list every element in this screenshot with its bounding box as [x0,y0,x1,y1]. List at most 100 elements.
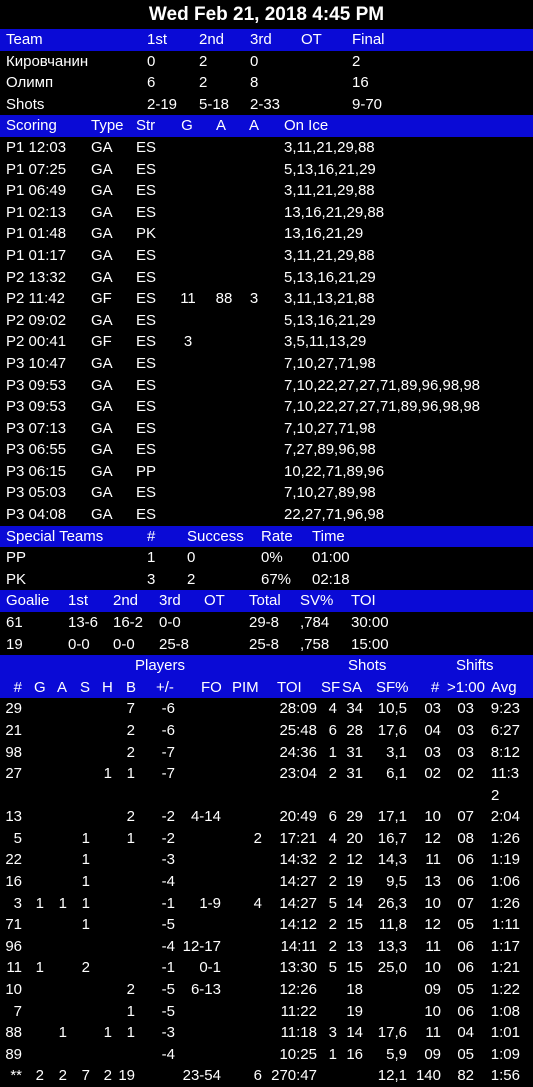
players-cell: 2 [328,916,337,934]
players-cell: 5 [13,829,22,847]
scoring-row: P3 05:03 GA ES 7,10,27,89,98 [0,482,533,504]
players-cell: 14,3 [377,851,407,869]
players-cell: 11 [425,1024,441,1042]
players-cell: 11:32 [491,765,520,804]
players-cell: 9:23 [490,700,520,718]
special-cell: 67% [261,570,292,588]
game-title: Wed Feb 21, 2018 4:45 PM [148,4,385,25]
goalies-cell: 0-0 [113,635,135,653]
players-cell: 2 [126,980,135,998]
scoring-cell: GA [91,506,113,524]
players-cell: 14 [346,894,363,912]
players-cell: 17,6 [377,1024,407,1042]
scoring-row: P2 00:41 GF ES 3 3,5,11,13,29 [0,331,533,353]
players-cell: 1:22 [490,980,520,998]
scoring-cell: ES [136,333,157,351]
players-cell: -2 [161,808,175,826]
players-cell: 14:27 [279,894,317,912]
players-cell: 23-54 [182,1067,221,1085]
players-cell: 23:04 [279,765,317,783]
players-cell: 12,1 [377,1067,407,1085]
players-cell: 06 [457,872,474,890]
players-cell: -5 [161,980,175,998]
players-cell: 71 [5,916,22,934]
scoring-cell: 3,5,11,13,29 [284,333,367,351]
special-row: PK 3 2 67% 02:18 [0,569,533,591]
special-header: Special Teams # Success Rate Time [0,525,533,548]
special-cell: 2 [187,570,196,588]
scoring-cell: P2 11:42 [6,290,65,308]
scoring-cell: P1 07:25 [6,160,67,178]
player-row: 7 1 -5 11:22 19 10 06 1:08 [0,1001,533,1023]
goalies-cell: 0-0 [159,614,181,632]
goalies-cell: 61 [6,614,23,632]
goalies-header-cell: 1st [68,592,89,610]
players-cell: 10 [5,980,22,998]
players-cell: 1 [81,894,90,912]
goalies-cell: 25-8 [159,635,190,653]
special-cell: PP [6,549,27,567]
scoring-cell: GA [91,419,113,437]
scoring-row: P3 09:53 GA ES 7,10,22,27,27,71,89,96,98,98 [0,375,533,397]
players-cell: 11:18 [280,1024,317,1042]
players-cell: 29 [5,700,22,718]
players-cell: 04 [424,722,441,739]
players-cell: 03 [424,743,441,761]
scoring-row: P3 06:55 GA ES 7,27,89,96,98 [0,439,533,461]
players-cell: 2 [328,765,337,783]
score-cell: 2-33 [250,95,281,113]
players-cell: 88 [5,1024,22,1042]
players-header-cell: Avg [491,678,517,696]
players-cell: 1:11 [491,916,520,934]
scoring-cell: GA [91,246,113,264]
scoring-cell: 22,27,71,96,98 [284,506,385,524]
goalies-header-cell: 3rd [159,592,181,610]
scoring-row: P1 01:17 GA ES 3,11,21,29,88 [0,245,533,267]
players-cell: 7 [13,1002,22,1020]
scoring-cell: GA [91,354,113,372]
scoring-header-cell: On Ice [284,117,329,135]
players-header-cell: SF [321,678,341,696]
score-cell: Shots [6,95,45,113]
scoring-cell: ES [136,354,157,372]
scoring-header-cell: Str [136,117,156,135]
players-cell: 2 [126,743,135,761]
players-cell: 5,9 [386,1045,407,1063]
players-cell: 15 [346,916,363,934]
scoring-row: P1 12:03 GA ES 3,11,21,29,88 [0,137,533,159]
scoring-cell: 5,13,16,21,29 [284,268,376,286]
players-cell: 16,7 [377,829,407,847]
scoring-cell: 3,11,21,29,88 [284,138,375,156]
players-cell: 2:04 [490,808,520,826]
players-cell: 08 [457,829,474,847]
players-cell: 03 [457,700,474,718]
scoring-cell: P2 09:02 [6,311,67,329]
players-cell: 05 [457,916,474,934]
scoring-cell: ES [136,268,157,286]
player-row: 22 1 -3 14:32 2 12 14,3 11 06 1:19 [0,849,533,871]
player-row: 27 1 1 -7 23:04 2 31 6,1 02 02 11:32 [0,763,533,806]
players-cell: 14:11 [280,937,317,955]
players-cell: 25:48 [279,722,317,739]
scoring-row: P2 09:02 GA ES 5,13,16,21,29 [0,310,533,332]
players-cell: 6,1 [386,765,407,783]
players-cell: 04 [457,1024,474,1042]
score-cell: 2 [199,74,208,92]
scoring-cell: 5,13,16,21,29 [284,160,376,178]
players-cell: 20:49 [279,808,317,826]
players-cell: 6-13 [190,980,221,998]
players-cell: 16 [5,872,22,890]
players-header-cell: S [80,678,91,696]
players-cell: 13 [5,808,22,826]
players-cell: 1:19 [490,851,520,869]
scoring-cell: GA [91,376,113,394]
special-cell: 3 [147,570,156,588]
scoring-cell: 5,13,16,21,29 [284,311,376,329]
player-row: 71 1 -5 14:12 2 15 11,8 12 05 1:11 [0,914,533,936]
scoring-row: P2 11:42 GF ES 11 88 3 3,11,13,21,88 [0,288,533,310]
scoring-cell: P3 06:55 [6,441,67,459]
scoring-cell: 10,22,71,89,96 [284,462,385,480]
players-cell: 9,5 [386,872,407,890]
goalies-header-cell: TOI [351,592,376,610]
goalies-cell: 30:00 [351,614,389,632]
